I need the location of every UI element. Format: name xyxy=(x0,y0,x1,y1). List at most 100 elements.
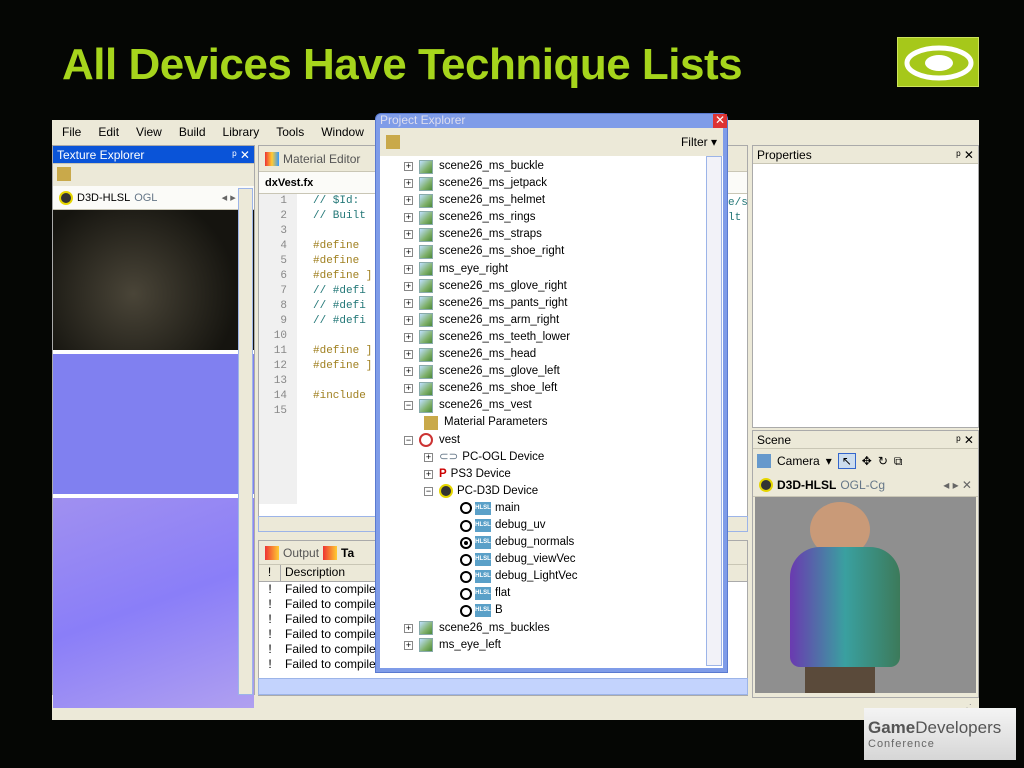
tree-item-device[interactable]: − PC-D3D Device xyxy=(404,483,723,500)
rotate-tool-icon[interactable]: ↻ xyxy=(878,454,888,468)
tab-ogl[interactable]: OGL xyxy=(134,192,157,204)
expand-icon[interactable]: + xyxy=(404,640,413,650)
tree-item-technique[interactable]: HLSL flat xyxy=(404,585,723,602)
technique-radio[interactable] xyxy=(460,587,472,600)
tree-item-device[interactable]: + P PS3 Device xyxy=(404,466,723,483)
code-area[interactable]: // $Id: // Built #define #define #define ] //… xyxy=(297,194,372,504)
menu-edit[interactable]: Edit xyxy=(98,125,119,139)
tree-item[interactable]: + scene26_ms_buckles xyxy=(404,620,723,637)
expand-icon[interactable]: + xyxy=(404,162,413,172)
menu-library[interactable]: Library xyxy=(223,125,260,139)
tree-item-technique[interactable]: HLSL B xyxy=(404,602,723,619)
menu-build[interactable]: Build xyxy=(179,125,206,139)
technique-radio[interactable] xyxy=(460,536,472,549)
tree-item[interactable]: + scene26_ms_helmet xyxy=(404,192,723,209)
expand-icon[interactable]: + xyxy=(404,332,413,342)
close-icon[interactable]: ᵖ ✕ xyxy=(956,433,974,447)
tree-item[interactable]: + scene26_ms_shoe_left xyxy=(404,380,723,397)
tree-item-expanded[interactable]: − scene26_ms_vest xyxy=(404,397,723,414)
expand-icon[interactable]: + xyxy=(424,452,433,462)
tab-ogl-cg[interactable]: OGL-Cg xyxy=(840,478,885,492)
menu-view[interactable]: View xyxy=(136,125,162,139)
tree-item[interactable]: + scene26_ms_jetpack xyxy=(404,175,723,192)
tree-item-technique[interactable]: HLSL debug_uv xyxy=(404,517,723,534)
technique-radio[interactable] xyxy=(460,553,472,566)
expand-icon[interactable]: + xyxy=(404,281,413,291)
camera-dropdown[interactable]: Camera xyxy=(777,454,820,468)
tree-item-technique[interactable]: HLSL main xyxy=(404,500,723,517)
technique-radio[interactable] xyxy=(460,502,472,515)
select-tool-icon[interactable]: ↖ xyxy=(837,453,856,469)
close-icon[interactable]: ᵖ ✕ xyxy=(956,148,974,162)
tree-item[interactable]: + scene26_ms_arm_right xyxy=(404,312,723,329)
texture-thumbnail[interactable] xyxy=(53,210,254,350)
expand-icon[interactable]: + xyxy=(404,298,413,308)
scene-viewport[interactable] xyxy=(755,497,976,693)
model-icon xyxy=(419,227,433,242)
tree-item[interactable]: + scene26_ms_pants_right xyxy=(404,295,723,312)
tree-item[interactable]: + ms_eye_right xyxy=(404,261,723,278)
tree-item-device[interactable]: + ⊂⊃ PC-OGL Device xyxy=(404,449,723,466)
tree-item-technique[interactable]: HLSL debug_viewVec xyxy=(404,551,723,568)
tree-item-technique[interactable]: HLSL debug_LightVec xyxy=(404,568,723,585)
tab-material-editor[interactable]: Material Editor xyxy=(283,152,360,166)
toolbar-icon[interactable] xyxy=(57,166,71,181)
tree-item[interactable]: + scene26_ms_head xyxy=(404,346,723,363)
tree-item-material-parameters[interactable]: Material Parameters xyxy=(404,414,723,431)
technique-radio[interactable] xyxy=(460,570,472,583)
tree-item-technique[interactable]: HLSL debug_normals xyxy=(404,534,723,551)
collapse-icon[interactable]: − xyxy=(424,486,433,496)
expand-icon[interactable]: + xyxy=(404,315,413,325)
expand-icon[interactable]: + xyxy=(404,196,413,206)
expand-icon[interactable]: + xyxy=(424,469,433,479)
tree-item[interactable]: + ms_eye_left xyxy=(404,637,723,654)
tree-item[interactable]: + scene26_ms_buckle xyxy=(404,158,723,175)
tree-scrollbar[interactable] xyxy=(706,156,722,666)
tree-item[interactable]: + scene26_ms_glove_right xyxy=(404,278,723,295)
model-icon xyxy=(419,193,433,208)
filter-dropdown[interactable]: Filter ▾ xyxy=(681,135,717,149)
close-button[interactable]: ✕ xyxy=(713,114,727,128)
tree-item[interactable]: + scene26_ms_teeth_lower xyxy=(404,329,723,346)
menu-tools[interactable]: Tools xyxy=(276,125,304,139)
tab-nav-icon[interactable]: ◂ ▸ ✕ xyxy=(943,478,972,492)
expand-icon[interactable]: + xyxy=(404,230,413,240)
tree-item[interactable]: + scene26_ms_rings xyxy=(404,209,723,226)
tab-tasks[interactable]: Ta xyxy=(341,546,354,560)
technique-radio[interactable] xyxy=(460,519,472,532)
expand-icon[interactable]: + xyxy=(404,367,413,377)
texture-thumbnail[interactable] xyxy=(53,354,254,494)
tab-d3d-hlsl[interactable]: D3D-HLSL xyxy=(77,192,130,204)
column-description[interactable]: Description xyxy=(281,565,345,581)
expand-icon[interactable]: + xyxy=(404,350,413,360)
collapse-icon[interactable]: − xyxy=(404,401,413,411)
expand-icon[interactable]: + xyxy=(404,264,413,274)
tree-label: scene26_ms_pants_right xyxy=(439,296,568,309)
tab-d3d-hlsl[interactable]: D3D-HLSL xyxy=(777,478,836,492)
tab-dxvest-fx[interactable]: dxVest.fx xyxy=(265,177,313,189)
tab-output[interactable]: Output xyxy=(283,546,319,560)
menu-window[interactable]: Window xyxy=(321,125,364,139)
output-h-scrollbar[interactable] xyxy=(258,678,748,695)
texture-thumbnail[interactable] xyxy=(53,498,254,708)
expand-icon[interactable]: + xyxy=(404,179,413,189)
tree-item[interactable]: + scene26_ms_shoe_right xyxy=(404,243,723,260)
move-tool-icon[interactable]: ✥ xyxy=(862,454,872,468)
close-icon[interactable]: ᵖ ✕ xyxy=(232,148,250,162)
column-flag[interactable]: ! xyxy=(259,565,281,581)
tree-item-material[interactable]: − vest xyxy=(404,432,723,449)
tree-label: debug_LightVec xyxy=(495,570,578,583)
tree-item[interactable]: + scene26_ms_straps xyxy=(404,226,723,243)
scale-tool-icon[interactable]: ⧉ xyxy=(894,454,903,469)
collapse-icon[interactable]: − xyxy=(404,435,413,445)
character-body xyxy=(790,547,900,667)
expand-icon[interactable]: + xyxy=(404,247,413,257)
technique-radio[interactable] xyxy=(460,604,472,617)
expand-icon[interactable]: + xyxy=(404,623,413,633)
toolbar-icon[interactable] xyxy=(386,135,400,149)
expand-icon[interactable]: + xyxy=(404,213,413,223)
texture-scrollbar[interactable] xyxy=(238,188,253,695)
menu-file[interactable]: File xyxy=(62,125,81,139)
expand-icon[interactable]: + xyxy=(404,384,413,394)
tree-item[interactable]: + scene26_ms_glove_left xyxy=(404,363,723,380)
